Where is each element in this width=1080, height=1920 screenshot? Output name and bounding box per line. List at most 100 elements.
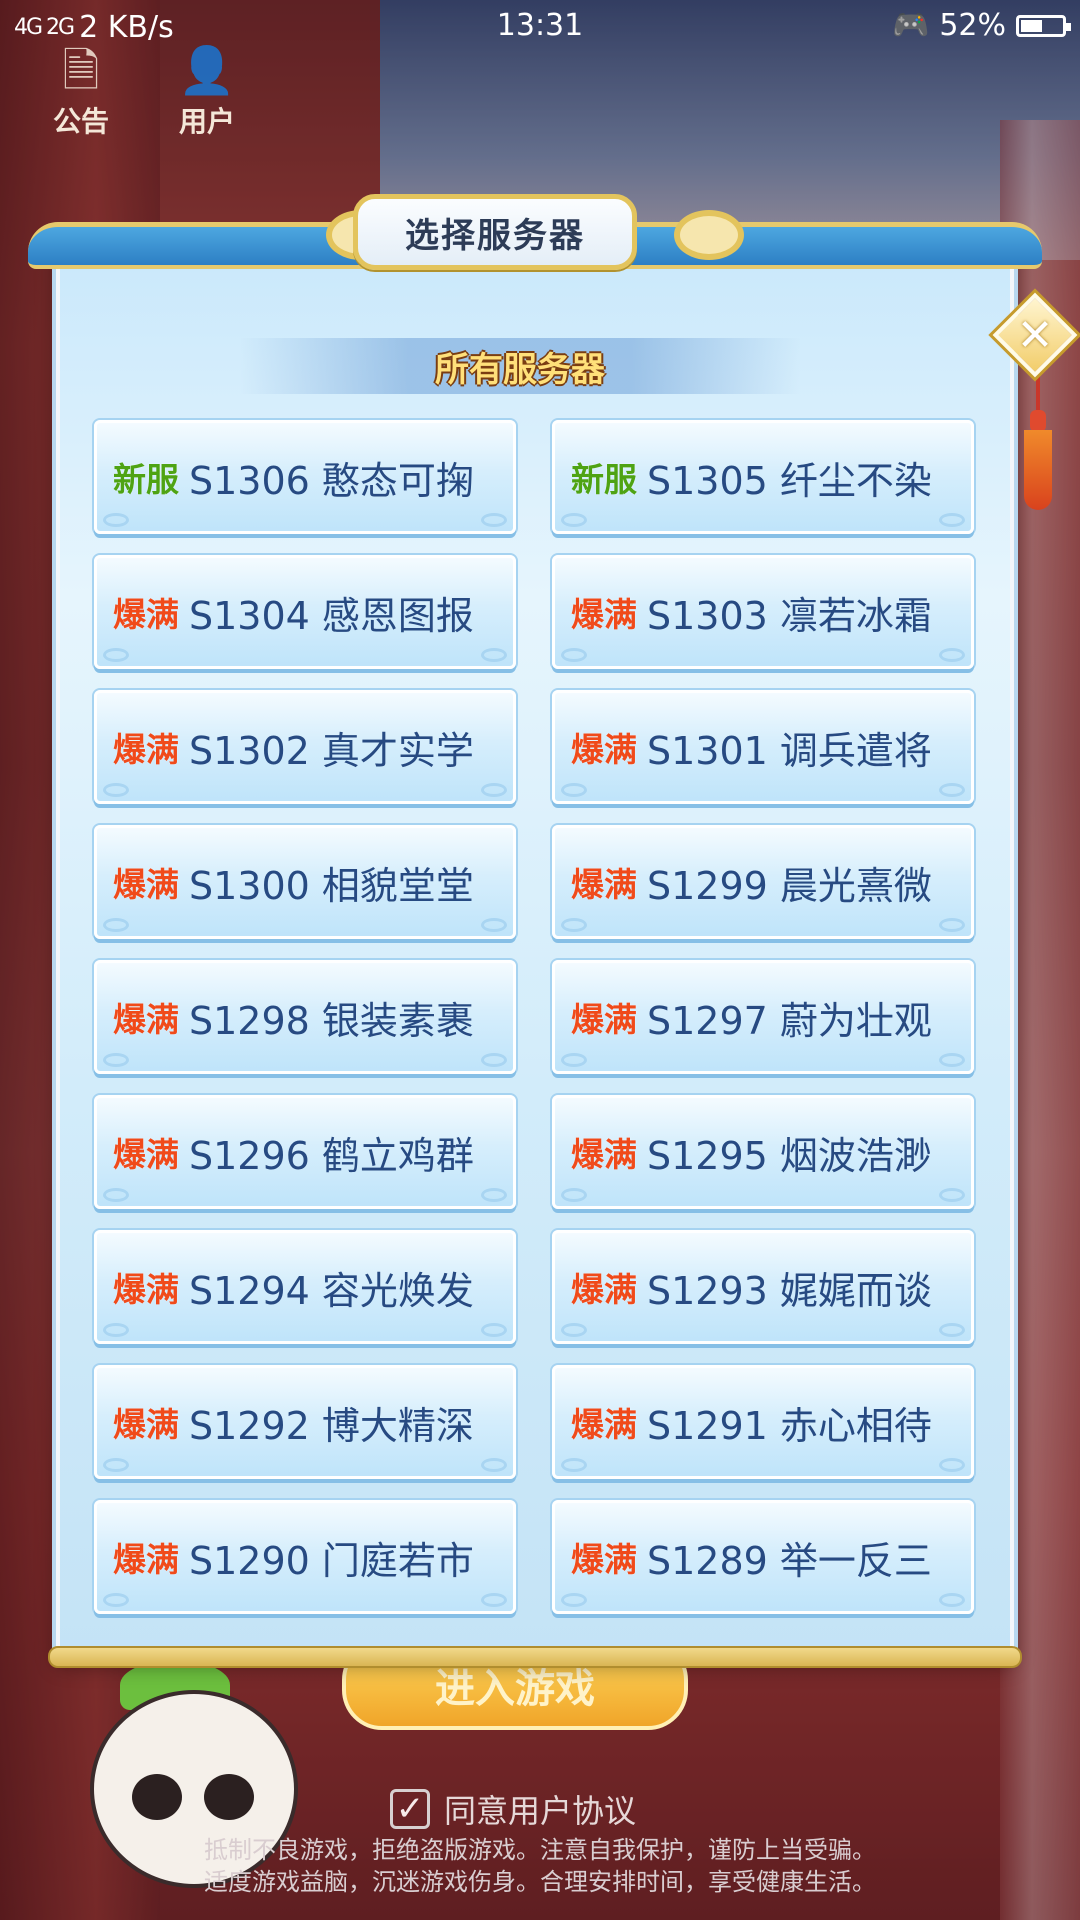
server-button[interactable]: 爆满 S1297 蔚为壮观 — [552, 960, 974, 1074]
cloud-ornament-icon — [103, 783, 129, 797]
server-status-tag: 新服 — [571, 460, 637, 499]
server-button[interactable]: 爆满 S1296 鹤立鸡群 — [94, 1095, 516, 1209]
cloud-ornament-icon — [939, 513, 965, 527]
server-status-tag: 爆满 — [571, 595, 637, 634]
server-button[interactable]: 爆满 S1293 娓娓而谈 — [552, 1230, 974, 1344]
cloud-ornament-icon — [561, 918, 587, 932]
server-button[interactable]: 爆满 S1300 相貌堂堂 — [94, 825, 516, 939]
section-title: 所有服务器 — [435, 349, 605, 390]
tassel-knot — [1030, 410, 1046, 432]
cloud-ornament-icon — [103, 1188, 129, 1202]
health-notice-line2: 适度游戏益脑，沉迷游戏伤身。合理安排时间，享受健康生活。 — [204, 1868, 876, 1896]
server-status-tag: 爆满 — [113, 865, 179, 904]
battery-fill — [1021, 19, 1042, 32]
cloud-ornament-icon — [481, 1458, 507, 1472]
server-status-tag: 新服 — [113, 460, 179, 499]
server-name: S1302 真才实学 — [189, 728, 474, 773]
server-name: S1300 相貌堂堂 — [189, 863, 474, 908]
cloud-ornament-icon — [481, 918, 507, 932]
dialog-title: 选择服务器 — [405, 215, 585, 256]
cloud-ornament-icon — [481, 648, 507, 662]
cloud-ornament-icon — [939, 1188, 965, 1202]
cloud-ornament-icon — [481, 1188, 507, 1202]
health-notice: 抵制不良游戏，拒绝盗版游戏。注意自我保护，谨防上当受骗。 适度游戏益脑，沉迷游戏… — [0, 1834, 1080, 1898]
close-icon: ✕ — [1016, 309, 1054, 361]
tassel-decoration — [1024, 370, 1052, 520]
server-button[interactable]: 爆满 S1304 感恩图报 — [94, 555, 516, 669]
cloud-ornament-icon — [481, 783, 507, 797]
server-name: S1305 纤尘不染 — [647, 458, 932, 503]
server-name: S1303 凛若冰霜 — [647, 593, 932, 638]
gamepad-icon: 🎮 — [891, 8, 930, 43]
server-status-tag: 爆满 — [571, 730, 637, 769]
server-status-tag: 爆满 — [113, 1270, 179, 1309]
battery-percent: 52% — [939, 8, 1006, 43]
section-title-banner: 所有服务器 — [240, 338, 800, 394]
cloud-ornament-icon — [103, 1458, 129, 1472]
cloud-ornament-icon — [561, 1458, 587, 1472]
server-status-tag: 爆满 — [571, 1135, 637, 1174]
server-button[interactable]: 爆满 S1292 博大精深 — [94, 1365, 516, 1479]
agree-checkbox[interactable]: ✓ — [390, 1789, 430, 1829]
server-button[interactable]: 爆满 S1301 调兵遣将 — [552, 690, 974, 804]
swirl-ornament-right — [674, 210, 744, 260]
server-name: S1297 蔚为壮观 — [647, 998, 932, 1043]
server-status-tag: 爆满 — [571, 865, 637, 904]
cloud-ornament-icon — [103, 918, 129, 932]
health-notice-line1: 抵制不良游戏，拒绝盗版游戏。注意自我保护，谨防上当受骗。 — [204, 1836, 876, 1864]
cloud-ornament-icon — [561, 513, 587, 527]
agree-label[interactable]: 同意用户协议 — [444, 1786, 636, 1832]
panda-eye-left — [132, 1774, 182, 1820]
cloud-ornament-icon — [481, 1593, 507, 1607]
server-status-tag: 爆满 — [113, 730, 179, 769]
status-bar: 4G 2G 2 KB/s 13:31 🎮 52% — [0, 0, 1080, 56]
cloud-ornament-icon — [103, 1053, 129, 1067]
agreement-row: ✓ 同意用户协议 — [390, 1786, 636, 1832]
server-button[interactable]: 爆满 S1302 真才实学 — [94, 690, 516, 804]
dialog-title-plaque: 选择服务器 — [353, 194, 637, 270]
server-name: S1291 赤心相待 — [647, 1403, 932, 1448]
tassel-cord — [1036, 370, 1040, 410]
server-status-tag: 爆满 — [113, 1405, 179, 1444]
server-status-tag: 爆满 — [113, 1540, 179, 1579]
server-name: S1296 鹤立鸡群 — [189, 1133, 474, 1178]
server-button[interactable]: 爆满 S1295 烟波浩渺 — [552, 1095, 974, 1209]
server-status-tag: 爆满 — [571, 1270, 637, 1309]
cloud-ornament-icon — [561, 1053, 587, 1067]
server-button[interactable]: 新服 S1306 憨态可掬 — [94, 420, 516, 534]
status-right: 🎮 52% — [891, 8, 1071, 43]
notice-label: 公告 — [52, 105, 109, 138]
panda-eye-right — [204, 1774, 254, 1820]
server-name: S1298 银装素裹 — [189, 998, 474, 1043]
server-button[interactable]: 爆满 S1290 门庭若市 — [94, 1500, 516, 1614]
server-status-tag: 爆满 — [113, 1000, 179, 1039]
server-name: S1306 憨态可掬 — [189, 458, 474, 503]
cloud-ornament-icon — [561, 783, 587, 797]
server-button[interactable]: 爆满 S1289 举一反三 — [552, 1500, 974, 1614]
server-name: S1299 晨光熹微 — [647, 863, 932, 908]
server-name: S1301 调兵遣将 — [647, 728, 932, 773]
cloud-ornament-icon — [939, 1053, 965, 1067]
server-button[interactable]: 爆满 S1299 晨光熹微 — [552, 825, 974, 939]
cloud-ornament-icon — [103, 1323, 129, 1337]
cloud-ornament-icon — [103, 1593, 129, 1607]
server-name: S1304 感恩图报 — [189, 593, 474, 638]
server-name: S1292 博大精深 — [189, 1403, 474, 1448]
cloud-ornament-icon — [561, 1323, 587, 1337]
server-button[interactable]: 爆满 S1298 银装素裹 — [94, 960, 516, 1074]
close-button[interactable]: ✕ — [992, 292, 1078, 378]
cloud-ornament-icon — [939, 1323, 965, 1337]
cloud-ornament-icon — [481, 1323, 507, 1337]
server-button[interactable]: 爆满 S1294 容光焕发 — [94, 1230, 516, 1344]
cloud-ornament-icon — [939, 783, 965, 797]
server-button[interactable]: 新服 S1305 纤尘不染 — [552, 420, 974, 534]
server-status-tag: 爆满 — [113, 1135, 179, 1174]
server-name: S1293 娓娓而谈 — [647, 1268, 932, 1313]
server-status-tag: 爆满 — [571, 1540, 637, 1579]
server-button[interactable]: 爆满 S1303 凛若冰霜 — [552, 555, 974, 669]
cloud-ornament-icon — [561, 1188, 587, 1202]
cloud-ornament-icon — [481, 513, 507, 527]
server-status-tag: 爆满 — [571, 1000, 637, 1039]
server-button[interactable]: 爆满 S1291 赤心相待 — [552, 1365, 974, 1479]
cloud-ornament-icon — [103, 513, 129, 527]
